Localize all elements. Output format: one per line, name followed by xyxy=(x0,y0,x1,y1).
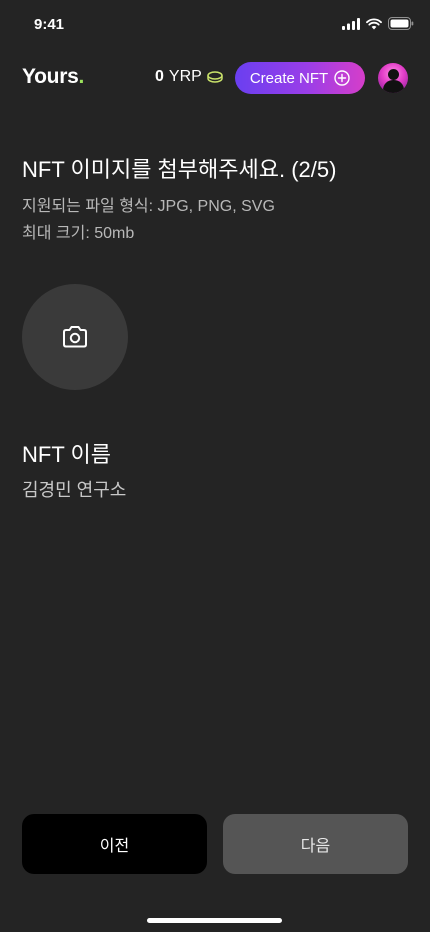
status-icons xyxy=(342,17,414,30)
balance-value: 0 xyxy=(155,68,164,85)
coin-icon xyxy=(207,71,223,83)
nft-name-value[interactable]: 김경민 연구소 xyxy=(22,476,126,502)
next-button[interactable]: 다음 xyxy=(223,814,408,874)
next-button-label: 다음 xyxy=(300,838,331,855)
create-nft-button[interactable]: Create NFT xyxy=(235,62,365,94)
avatar-body xyxy=(383,80,404,93)
avatar-head xyxy=(388,69,399,80)
app-logo[interactable]: Yours. xyxy=(22,65,84,89)
signal-icon xyxy=(342,17,360,30)
wifi-icon xyxy=(366,17,382,29)
status-bar: 9:41 xyxy=(0,0,430,50)
balance-unit: YRP xyxy=(168,68,202,85)
home-indicator xyxy=(147,918,282,923)
camera-icon xyxy=(63,326,87,348)
max-size-text: 최대 크기: 50mb xyxy=(22,225,135,242)
nft-name-label: NFT 이름 xyxy=(22,442,111,467)
app-header: Yours. 0 YRP Create NFT xyxy=(22,60,408,96)
image-upload-button[interactable] xyxy=(22,284,128,390)
profile-avatar[interactable] xyxy=(378,63,408,93)
logo-text: Yours xyxy=(22,65,79,88)
prev-button-label: 이전 xyxy=(99,838,130,855)
prev-button[interactable]: 이전 xyxy=(22,814,207,874)
supported-formats-text: 지원되는 파일 형식: JPG, PNG, SVG xyxy=(22,198,275,215)
plus-circle-icon xyxy=(334,70,350,86)
battery-icon xyxy=(388,17,414,30)
upload-title: NFT 이미지를 첨부해주세요. (2/5) xyxy=(22,157,337,182)
create-nft-label: Create NFT xyxy=(249,69,329,87)
balance-display: 0 YRP xyxy=(155,68,223,86)
status-time: 9:41 xyxy=(34,16,65,33)
logo-dot: . xyxy=(78,65,85,88)
